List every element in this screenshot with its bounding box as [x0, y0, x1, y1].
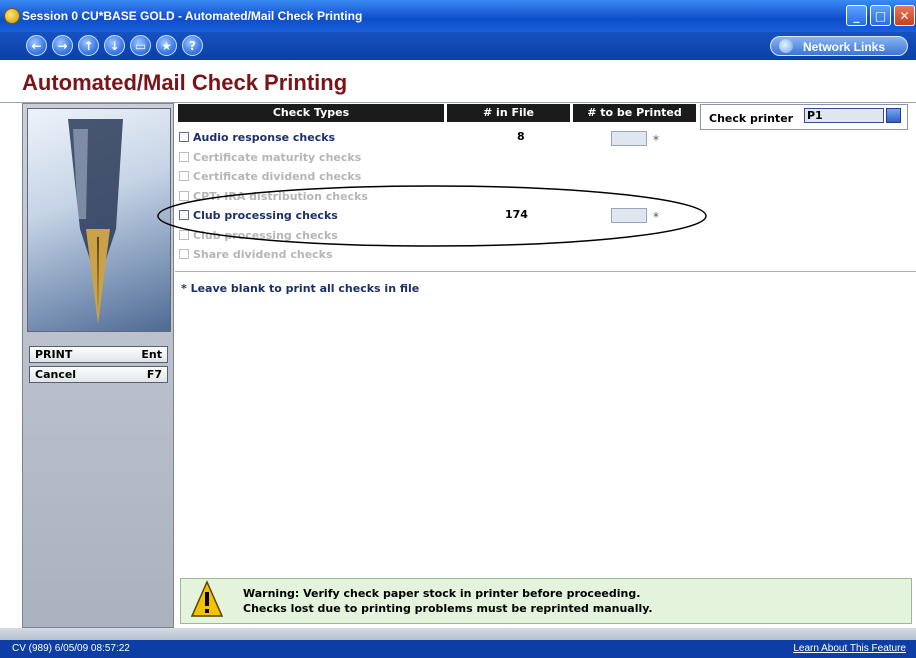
checkbox [179, 171, 189, 181]
app-icon [4, 8, 20, 24]
window-title: Session 0 CU*BASE GOLD - Automated/Mail … [22, 9, 363, 23]
printer-lookup-icon[interactable] [886, 108, 901, 123]
warning-line-2: Checks lost due to printing problems mus… [243, 602, 653, 615]
checkbox[interactable] [179, 132, 189, 142]
forward-icon[interactable]: → [52, 35, 73, 56]
down-icon[interactable]: ↓ [104, 35, 125, 56]
cancel-command-button[interactable]: Cancel F7 [29, 366, 168, 383]
check-type-label: Audio response checks [193, 131, 336, 144]
warning-box [180, 578, 912, 624]
help-icon[interactable]: ? [182, 35, 203, 56]
app-window: Session 0 CU*BASE GOLD - Automated/Mail … [0, 0, 916, 658]
globe-icon [779, 39, 793, 53]
maximize-button[interactable]: □ [870, 5, 891, 26]
fountain-pen-image [27, 108, 171, 332]
check-type-label: Certificate dividend checks [193, 170, 362, 183]
back-icon[interactable]: ← [26, 35, 47, 56]
title-bar: Session 0 CU*BASE GOLD - Automated/Mail … [0, 0, 916, 33]
command-key: Ent [141, 348, 162, 361]
page-title: Automated/Mail Check Printing [22, 70, 348, 95]
network-links-button[interactable]: Network Links [770, 36, 908, 56]
in-file-count: 8 [517, 130, 525, 143]
star-marker: * [653, 133, 659, 147]
section-divider [175, 271, 916, 272]
favorite-icon[interactable]: ★ [156, 35, 177, 56]
column-header-check-types: Check Types [178, 104, 444, 122]
checkbox [179, 152, 189, 162]
check-printer-input[interactable]: P1 [804, 108, 884, 123]
checkbox [179, 249, 189, 259]
bottom-frame [0, 628, 916, 640]
check-printer-label: Check printer [709, 112, 794, 125]
close-button[interactable]: ✕ [894, 5, 915, 26]
command-label: Cancel [35, 368, 77, 381]
network-links-label: Network Links [803, 40, 886, 54]
check-type-label: Share dividend checks [193, 248, 333, 261]
navigation-bar: ← → ↑ ↓ ▭ ★ ? Network Links [0, 32, 916, 60]
print-command-button[interactable]: PRINT Ent [29, 346, 168, 363]
blank-note: * Leave blank to print all checks in fil… [181, 282, 420, 295]
status-bar: CV (989) 6/05/09 08:57:22 Learn About Th… [0, 640, 916, 658]
check-type-label: Certificate maturity checks [193, 151, 362, 164]
command-key: F7 [146, 368, 162, 381]
highlight-oval [157, 185, 707, 247]
column-header-in-file: # in File [447, 104, 570, 122]
up-icon[interactable]: ↑ [78, 35, 99, 56]
minimize-button[interactable]: _ [846, 5, 867, 26]
to-be-printed-input[interactable] [611, 131, 647, 146]
column-header-to-be-printed: # to be Printed [573, 104, 696, 122]
warning-line-1: Warning: Verify check paper stock in pri… [243, 587, 641, 600]
warning-icon [190, 580, 224, 617]
session-info: CV (989) 6/05/09 08:57:22 [12, 643, 130, 654]
learn-about-link[interactable]: Learn About This Feature [793, 643, 906, 654]
command-label: PRINT [35, 348, 73, 361]
print-icon[interactable]: ▭ [130, 35, 151, 56]
